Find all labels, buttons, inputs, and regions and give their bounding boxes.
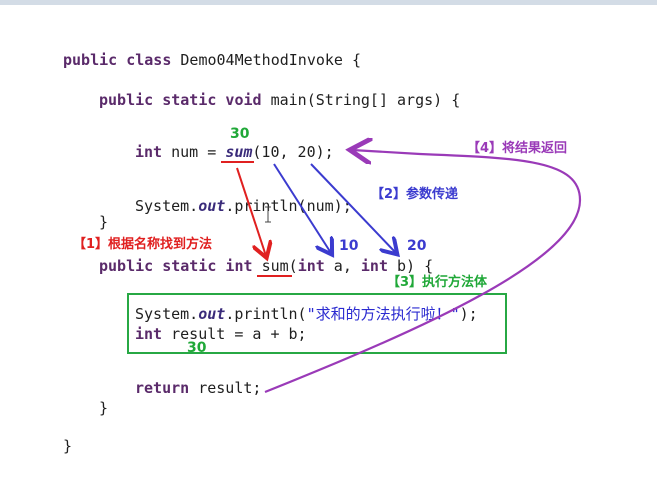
step2-arrow-b [310, 163, 396, 253]
arrows-overlay [221, 0, 582, 394]
step4-arrow [264, 150, 582, 394]
step1-arrow [236, 167, 266, 256]
text-cursor-icon [265, 206, 271, 223]
